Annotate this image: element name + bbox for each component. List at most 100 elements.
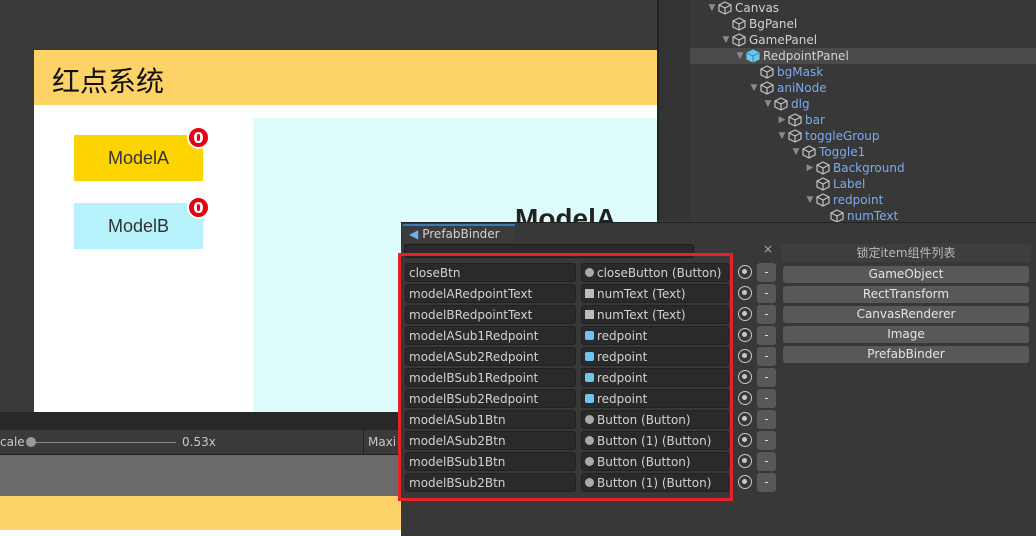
prefab-binder-icon: ◀ — [409, 227, 419, 241]
remove-binding-button[interactable]: - — [757, 431, 776, 450]
scale-slider[interactable] — [31, 442, 176, 443]
model-b-button[interactable]: ModelB — [74, 203, 203, 249]
hierarchy-item-label: Background — [833, 161, 905, 175]
expand-down-icon[interactable]: ▼ — [706, 3, 718, 13]
maximize-toggle[interactable]: Maxi — [368, 435, 396, 449]
hierarchy-item[interactable]: BgPanel — [690, 16, 1036, 32]
preview-body — [0, 530, 401, 536]
object-picker-icon[interactable] — [738, 433, 752, 447]
hierarchy-item[interactable]: ▼ redpoint — [690, 192, 1036, 208]
remove-binding-button[interactable]: - — [757, 410, 776, 429]
hierarchy-item[interactable]: ▼ aniNode — [690, 80, 1036, 96]
prefab-binder-window: ◀ PrefabBinder × 锁定item组件列表 closeBtn clo… — [398, 222, 1036, 536]
remove-binding-button[interactable]: - — [757, 347, 776, 366]
object-picker-icon[interactable] — [738, 265, 752, 279]
gameobject-icon — [830, 209, 844, 223]
component-button[interactable]: PrefabBinder — [783, 346, 1029, 363]
redpoint-badge: 0 — [187, 196, 210, 219]
hierarchy-item[interactable]: ▶ Background — [690, 160, 1036, 176]
gameobject-icon — [746, 49, 760, 63]
expand-down-icon[interactable]: ▼ — [748, 83, 760, 93]
remove-binding-button[interactable]: - — [757, 452, 776, 471]
hierarchy-item-label: GamePanel — [749, 33, 818, 47]
scale-value: 0.53x — [182, 435, 216, 449]
component-button[interactable]: CanvasRenderer — [783, 306, 1029, 323]
gameobject-icon — [816, 177, 830, 191]
hierarchy-item-label: redpoint — [833, 193, 884, 207]
hierarchy-item-label: Canvas — [735, 1, 780, 15]
remove-binding-button[interactable]: - — [757, 389, 776, 408]
component-button[interactable]: RectTransform — [783, 286, 1029, 303]
component-button[interactable]: Image — [783, 326, 1029, 343]
highlight-box — [398, 253, 733, 501]
model-b-label: ModelB — [107, 215, 170, 236]
hierarchy-item[interactable]: ▼ Toggle1 — [690, 144, 1036, 160]
model-a-label: ModelA — [107, 147, 170, 168]
hierarchy-item[interactable]: ▼ Canvas — [690, 0, 1036, 16]
tab-prefab-binder[interactable]: ◀ PrefabBinder — [403, 224, 515, 242]
scale-slider-handle[interactable] — [26, 437, 36, 447]
gameobject-icon — [774, 97, 788, 111]
game-canvas-preview — [0, 455, 401, 496]
hierarchy-item-label: RedpointPanel — [763, 49, 849, 63]
expand-down-icon[interactable]: ▼ — [804, 195, 816, 205]
gameobject-icon — [816, 161, 830, 175]
game-tabbar — [0, 412, 401, 430]
hierarchy-item-label: numText — [847, 209, 899, 223]
locked-components-title: 锁定item组件列表 — [781, 244, 1031, 262]
tab-label: PrefabBinder — [422, 227, 500, 241]
expand-down-icon[interactable]: ▼ — [762, 99, 774, 109]
hierarchy-item[interactable]: bgMask — [690, 64, 1036, 80]
component-button[interactable]: GameObject — [783, 266, 1029, 283]
object-picker-icon[interactable] — [738, 307, 752, 321]
expand-down-icon[interactable]: ▼ — [790, 147, 802, 157]
expand-down-icon[interactable]: ▼ — [776, 131, 788, 141]
hierarchy-item-label: Toggle1 — [819, 145, 866, 159]
page-title: 红点系统 — [52, 65, 165, 98]
remove-binding-button[interactable]: - — [757, 473, 776, 492]
remove-binding-button[interactable]: - — [757, 305, 776, 324]
redpoint-badge: 0 — [187, 126, 210, 149]
hierarchy-item[interactable]: ▼ toggleGroup — [690, 128, 1036, 144]
hierarchy-item[interactable]: ▼ dlg — [690, 96, 1036, 112]
hierarchy-item[interactable]: ▶ bar — [690, 112, 1036, 128]
hierarchy-item-label: bgMask — [777, 65, 824, 79]
remove-binding-button[interactable]: - — [757, 368, 776, 387]
object-picker-icon[interactable] — [738, 370, 752, 384]
remove-binding-button[interactable]: - — [757, 326, 776, 345]
preview-header — [0, 496, 401, 530]
object-picker-icon[interactable] — [738, 454, 752, 468]
object-picker-icon[interactable] — [738, 475, 752, 489]
gameobject-icon — [760, 65, 774, 79]
object-picker-icon[interactable] — [738, 328, 752, 342]
object-picker-icon[interactable] — [738, 412, 752, 426]
hierarchy-item-label: Label — [833, 177, 866, 191]
expand-right-icon[interactable]: ▶ — [804, 163, 816, 173]
game-toolbar: cale 0.53x Maxi — [0, 430, 401, 455]
scale-label: cale — [0, 435, 25, 449]
object-picker-icon[interactable] — [738, 391, 752, 405]
expand-down-icon[interactable]: ▼ — [734, 51, 746, 61]
gameobject-icon — [816, 193, 830, 207]
hierarchy-item-label: BgPanel — [749, 17, 798, 31]
gameobject-icon — [802, 145, 816, 159]
gameobject-icon — [788, 129, 802, 143]
hierarchy-item[interactable]: ▼ RedpointPanel — [690, 48, 1036, 64]
hierarchy-gutter — [659, 0, 690, 220]
expand-right-icon[interactable]: ▶ — [776, 115, 788, 125]
object-picker-icon[interactable] — [738, 349, 752, 363]
model-a-button[interactable]: ModelA — [74, 135, 203, 181]
expand-down-icon[interactable]: ▼ — [720, 35, 732, 45]
gameobject-icon — [788, 113, 802, 127]
clear-search-button[interactable]: × — [763, 242, 773, 256]
hierarchy-panel: ▼ Canvas BgPanel ▼ GamePanel ▼ RedpointPanel bg… — [657, 0, 1036, 223]
gameobject-icon — [760, 81, 774, 95]
hierarchy-item-label: dlg — [791, 97, 810, 111]
hierarchy-item[interactable]: ▼ GamePanel — [690, 32, 1036, 48]
remove-binding-button[interactable]: - — [757, 284, 776, 303]
object-picker-icon[interactable] — [738, 286, 752, 300]
hierarchy-item[interactable]: Label — [690, 176, 1036, 192]
remove-binding-button[interactable]: - — [757, 263, 776, 282]
hierarchy-item-label: toggleGroup — [805, 129, 880, 143]
gameobject-icon — [732, 17, 746, 31]
